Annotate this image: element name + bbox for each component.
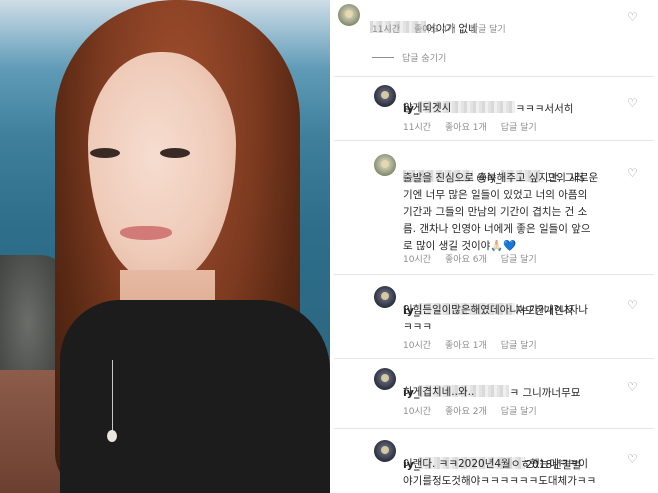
comment-body: 야기를정도것해야ㅋㅋㅋㅋㅋㅋ도대체가ㅋㅋ xyxy=(403,475,597,487)
comment-body: 알게되겟시 xyxy=(403,102,452,114)
reply-button[interactable]: 답글 달기 xyxy=(501,338,537,351)
post-photo xyxy=(0,0,330,493)
divider xyxy=(334,274,654,275)
comment-meta: 10시간 좋아요 1개 답글 달기 xyxy=(403,338,537,351)
heart-outline-icon[interactable]: ♡ xyxy=(627,452,638,466)
divider xyxy=(334,358,654,359)
comment-time: 10시간 xyxy=(403,407,432,417)
comment-body: 름. 갠차나 인영아 너에게 좋은 일들이 앞으 xyxy=(403,223,591,235)
like-count[interactable]: 좋아요 4개 xyxy=(414,22,456,35)
avatar[interactable] xyxy=(374,368,396,390)
comment-body: 하게겹치네..와.. xyxy=(403,386,475,398)
reply-button[interactable]: 답글 달기 xyxy=(501,252,537,265)
heart-outline-icon[interactable]: ♡ xyxy=(627,96,638,110)
photo-pendant xyxy=(107,430,117,442)
comment-body: 이랜다. ㅋㅋ2020년4월ㅇㅎ했는데ㅋㅋ이 xyxy=(403,458,588,470)
comment-time: 11시간 xyxy=(403,123,432,133)
comment-body: 출발을 진심으로 축복해주고 싶지만, 그러 xyxy=(403,172,584,184)
comment-body: 기간과 그들의 만남의 기간이 겹치는 건 소 xyxy=(403,206,588,218)
like-count[interactable]: 좋아요 2개 xyxy=(445,404,487,417)
like-count[interactable]: 좋아요 1개 xyxy=(445,120,487,133)
comment-time: 10시간 xyxy=(403,341,432,351)
photo-eye-left xyxy=(90,148,120,158)
reply-button[interactable]: 답글 달기 xyxy=(501,120,537,133)
divider xyxy=(334,76,654,77)
like-count[interactable]: 좋아요 1개 xyxy=(445,338,487,351)
avatar[interactable] xyxy=(374,286,396,308)
like-count[interactable]: 좋아요 6개 xyxy=(445,252,487,265)
avatar[interactable] xyxy=(374,85,396,107)
avatar[interactable] xyxy=(374,154,396,176)
divider xyxy=(334,428,654,429)
comment-body: ㅋㅋㅋ서서히 xyxy=(515,103,574,115)
comment-body: 기엔 너무 많은 일들이 있었고 너의 아픔의 xyxy=(403,189,588,201)
comment-time: 10시간 xyxy=(403,255,432,265)
photo-eye-right xyxy=(160,148,190,158)
comment-meta: 10시간 좋아요 6개 답글 달기 xyxy=(403,252,537,265)
photo-necklace xyxy=(112,360,118,440)
comment-time: 11시간 xyxy=(372,25,401,35)
comment-meta: 10시간 좋아요 2개 답글 달기 xyxy=(403,404,537,417)
replies-line xyxy=(372,57,394,58)
hide-replies-button[interactable]: 답글 숨기기 xyxy=(372,51,446,64)
comment-meta: 11시간 좋아요 1개 답글 달기 xyxy=(403,120,537,133)
divider xyxy=(334,140,654,141)
photo-lips xyxy=(120,226,172,240)
heart-outline-icon[interactable]: ♡ xyxy=(627,380,638,394)
reply-button[interactable]: 답글 달기 xyxy=(470,22,506,35)
avatar[interactable] xyxy=(374,440,396,462)
comment-body: ㅋ 그니까너무묘 xyxy=(509,387,581,399)
heart-outline-icon[interactable]: ♡ xyxy=(627,166,638,180)
comment-body: 인힘든일이많은해였데아니누가?나?나자나 xyxy=(403,304,589,316)
photo-shirt xyxy=(60,300,330,493)
reply-button[interactable]: 답글 달기 xyxy=(501,404,537,417)
heart-outline-icon[interactable]: ♡ xyxy=(627,10,638,24)
comment-meta: 11시간 좋아요 4개 답글 달기 xyxy=(372,22,506,35)
heart-outline-icon[interactable]: ♡ xyxy=(627,298,638,312)
comment-body: ㅋㅋㅋ xyxy=(403,321,432,333)
hide-replies-label: 답글 숨기기 xyxy=(402,54,447,64)
avatar[interactable] xyxy=(338,4,360,26)
